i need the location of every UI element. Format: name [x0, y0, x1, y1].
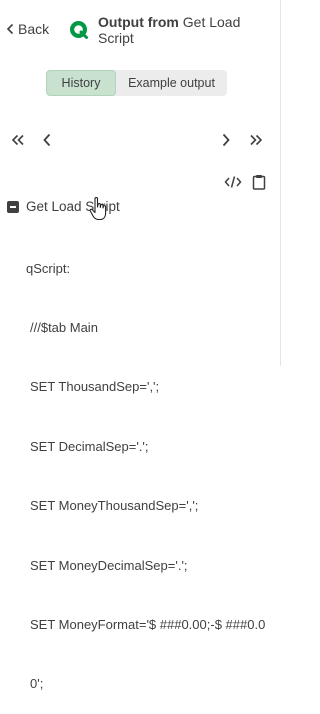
last-page-button[interactable]: [246, 131, 266, 149]
tab-history[interactable]: History: [46, 70, 116, 96]
code-line: SET MoneyDecimalSep='.';: [30, 557, 188, 573]
code-line: ///$tab Main: [30, 319, 98, 335]
next-page-button[interactable]: [216, 131, 236, 149]
code-line: SET ThousandSep=',';: [30, 379, 160, 395]
chevron-left-icon: [6, 23, 14, 35]
copy-button[interactable]: [250, 173, 268, 191]
qlik-logo-icon: [70, 21, 88, 39]
code-icon: [224, 176, 242, 188]
output-key: qScript:: [26, 260, 71, 276]
tab-example-output[interactable]: Example output: [116, 70, 227, 96]
chevron-right-icon: [222, 133, 230, 147]
collapse-node-toggle[interactable]: [7, 201, 19, 213]
double-chevron-left-icon: [11, 134, 24, 146]
back-label: Back: [18, 21, 50, 37]
output-view-toggle: History Example output: [46, 70, 227, 96]
double-chevron-right-icon: [250, 134, 263, 146]
code-line: SET MoneyFormat='$ ###0.00;-$ ###0.0: [30, 616, 266, 632]
page-title: Output from Get Load Script: [98, 14, 268, 46]
clipboard-icon: [252, 175, 266, 190]
output-code-block: qScript: ///$tab Main SET ThousandSep=',…: [26, 219, 265, 714]
hand-pointer-icon: [89, 197, 107, 221]
view-code-button[interactable]: [224, 173, 242, 191]
first-page-button[interactable]: [8, 131, 28, 149]
code-line: SET MoneyThousandSep=',';: [30, 498, 199, 514]
chevron-left-icon: [43, 133, 51, 147]
panel-divider: [280, 0, 281, 366]
back-button[interactable]: Back: [6, 18, 49, 40]
previous-page-button[interactable]: [37, 131, 57, 149]
code-line: SET DecimalSep='.';: [30, 438, 149, 454]
code-line: 0';: [30, 676, 44, 692]
title-strong: Output from: [98, 14, 179, 30]
